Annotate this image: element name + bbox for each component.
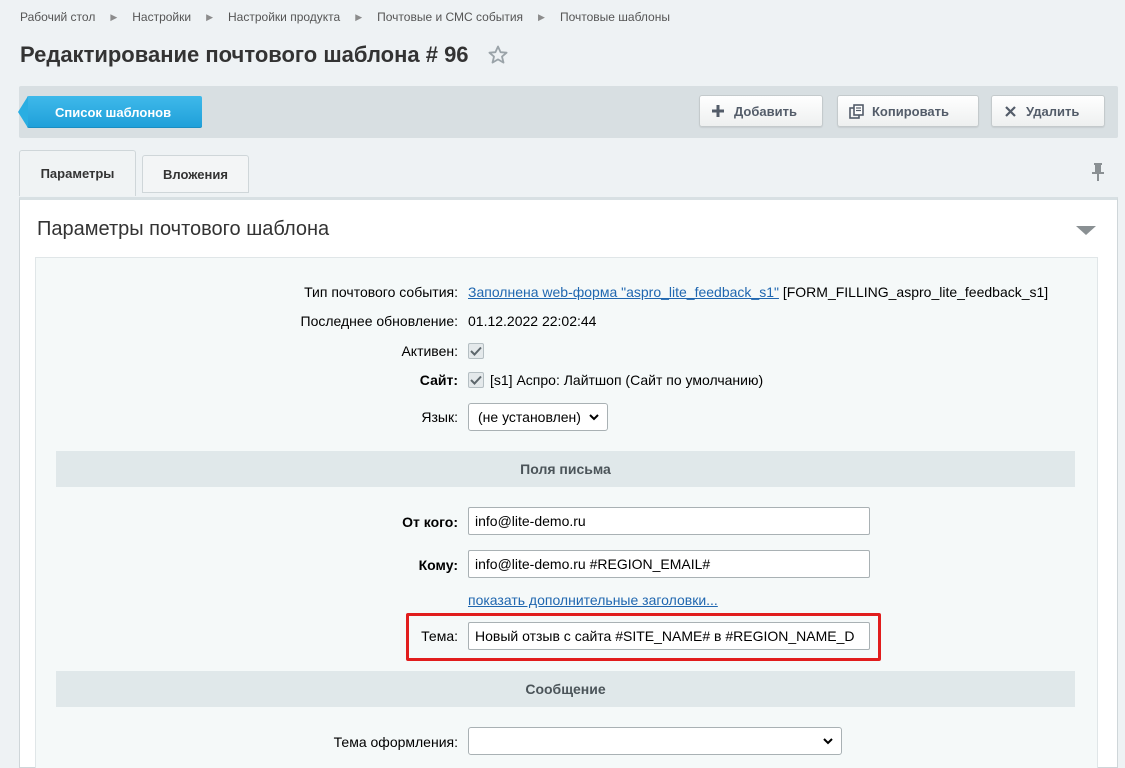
active-checkbox[interactable]: [468, 343, 484, 359]
last-update-value: 01.12.2022 22:02:44: [468, 313, 597, 329]
section-title: Параметры почтового шаблона: [37, 218, 330, 240]
site-value: [s1] Аспро: Лайтшоп (Сайт по умолчанию): [490, 372, 764, 388]
breadcrumb-separator-icon: ▶: [355, 11, 363, 22]
plus-icon: [710, 103, 726, 119]
template-list-button[interactable]: Список шаблонов: [18, 96, 202, 128]
message-header: Сообщение: [56, 671, 1075, 707]
add-button[interactable]: Добавить: [699, 95, 823, 127]
copy-button-label: Копировать: [872, 103, 950, 119]
delete-button-label: Удалить: [1026, 103, 1080, 119]
breadcrumb-item-settings[interactable]: Настройки: [132, 10, 191, 24]
pin-icon[interactable]: [1090, 163, 1106, 181]
check-icon: [470, 375, 482, 385]
from-field[interactable]: info@lite-demo.ru: [468, 507, 870, 535]
site-checkbox[interactable]: [468, 372, 484, 388]
theme-select[interactable]: [468, 727, 842, 755]
last-update-label: Последнее обновление:: [300, 313, 458, 329]
mail-fields-header: Поля письма: [56, 451, 1075, 487]
breadcrumb-item-mail-templates[interactable]: Почтовые шаблоны: [560, 10, 670, 24]
chevron-down-icon: [823, 738, 833, 745]
event-type-link[interactable]: Заполнена web-форма "aspro_lite_feedback…: [468, 284, 779, 300]
close-icon: [1002, 103, 1018, 119]
active-label: Активен:: [401, 343, 458, 359]
collapse-icon[interactable]: [1076, 226, 1096, 235]
theme-label: Тема оформления:: [333, 734, 458, 750]
language-label: Язык:: [421, 409, 458, 425]
toolbar: Список шаблонов Добавить Копировать Удал…: [18, 86, 1118, 138]
copy-button[interactable]: Копировать: [837, 95, 979, 127]
show-more-headers-link[interactable]: показать дополнительные заголовки...: [468, 592, 718, 608]
event-type-label: Тип почтового события:: [304, 284, 458, 300]
breadcrumb: Рабочий стол ▶ Настройки ▶ Настройки про…: [20, 10, 670, 24]
subject-highlight-box: [406, 613, 881, 661]
check-icon: [470, 346, 482, 356]
breadcrumb-separator-icon: ▶: [110, 11, 118, 22]
breadcrumb-item-desktop[interactable]: Рабочий стол: [20, 10, 95, 24]
to-label: Кому:: [418, 557, 458, 573]
template-list-label: Список шаблонов: [55, 104, 172, 120]
breadcrumb-item-mail-events[interactable]: Почтовые и СМС события: [377, 10, 523, 24]
page-title: Редактирование почтового шаблона # 96: [20, 42, 469, 67]
breadcrumb-separator-icon: ▶: [538, 11, 545, 22]
breadcrumb-item-product-settings[interactable]: Настройки продукта: [228, 10, 340, 24]
event-type-value: Заполнена web-форма "aspro_lite_feedback…: [468, 284, 1048, 300]
copy-icon: [848, 103, 864, 119]
title-row: Редактирование почтового шаблона # 96: [20, 42, 508, 68]
language-select-value: (не установлен): [478, 409, 581, 425]
language-select[interactable]: (не установлен): [468, 403, 608, 431]
to-field[interactable]: info@lite-demo.ru #REGION_EMAIL#: [468, 550, 870, 578]
event-type-code: [FORM_FILLING_aspro_lite_feedback_s1]: [782, 284, 1049, 300]
tab-parameters[interactable]: Параметры: [19, 150, 136, 196]
breadcrumb-separator-icon: ▶: [206, 11, 214, 22]
site-label: Сайт:: [419, 372, 458, 388]
delete-button[interactable]: Удалить: [991, 95, 1105, 127]
add-button-label: Добавить: [734, 103, 797, 119]
from-label: От кого:: [402, 514, 458, 530]
star-icon[interactable]: [488, 45, 508, 65]
chevron-down-icon: [589, 414, 599, 421]
tab-attachments[interactable]: Вложения: [142, 155, 249, 193]
